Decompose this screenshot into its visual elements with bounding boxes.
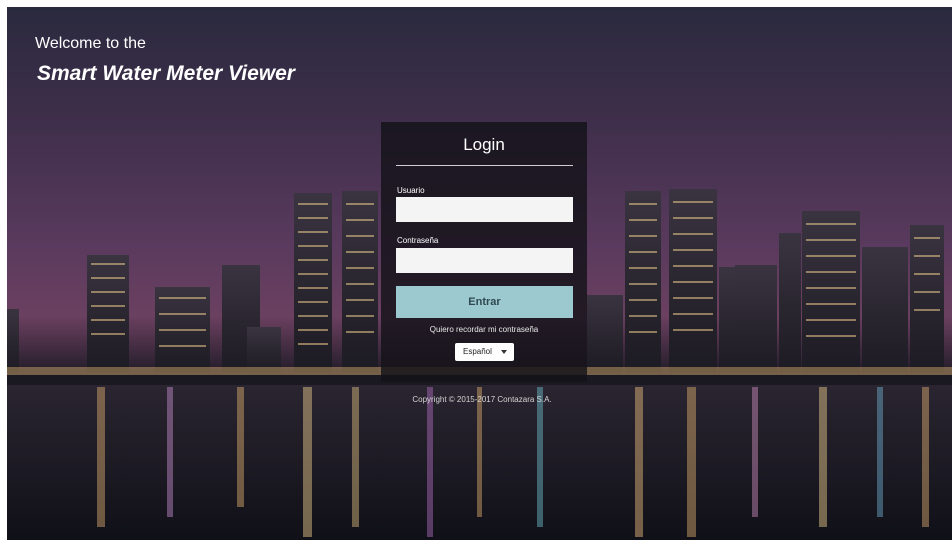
login-panel: Login Usuario Contraseña Entrar Quiero r… [381, 122, 587, 382]
background-city-photo: Welcome to the Smart Water Meter Viewer … [7, 7, 952, 540]
copyright-text: Copyright © 2015-2017 Contazara S.A. [412, 395, 552, 404]
chevron-down-icon [501, 350, 507, 354]
login-title: Login [463, 135, 505, 154]
language-selected-label: Español [463, 347, 492, 356]
app-title: Smart Water Meter Viewer [37, 62, 295, 85]
forgot-password-link[interactable]: Quiero recordar mi contraseña [381, 325, 587, 334]
language-select[interactable]: Español [455, 343, 514, 361]
title-divider [396, 165, 573, 166]
username-label: Usuario [397, 186, 425, 195]
welcome-text: Welcome to the [35, 35, 146, 52]
login-button[interactable]: Entrar [396, 286, 573, 318]
username-input[interactable] [396, 197, 573, 222]
password-input[interactable] [396, 248, 573, 273]
password-label: Contraseña [397, 236, 439, 245]
